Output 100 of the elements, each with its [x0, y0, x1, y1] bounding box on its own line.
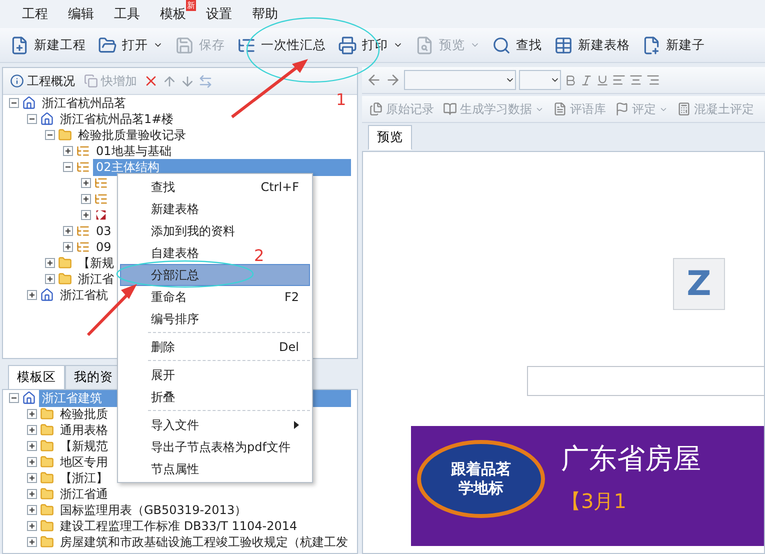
tree-item[interactable]: 浙江省杭州品茗 — [39, 95, 129, 112]
italic-icon[interactable] — [580, 74, 593, 86]
align-center-icon[interactable] — [629, 73, 643, 87]
folder-icon — [98, 36, 117, 54]
document-search-icon — [415, 36, 434, 54]
menu-item[interactable]: 自建表格 — [120, 242, 210, 264]
align-right-icon[interactable] — [646, 73, 660, 87]
menu-item[interactable]: 查找 Ctrl+F — [120, 176, 310, 198]
menu-item[interactable]: 工具 — [106, 3, 148, 25]
folder-icon — [40, 407, 54, 421]
list-folder-icon — [94, 192, 108, 206]
expander-toggle[interactable] — [27, 489, 37, 499]
menu-item[interactable]: 折叠 — [120, 386, 186, 408]
expander-toggle[interactable] — [81, 210, 91, 220]
toolbar-button[interactable]: 查找 — [486, 32, 548, 58]
expander-toggle[interactable] — [63, 242, 73, 252]
ad-banner[interactable]: 跟着品茗 学地标 广东省房屋 【3月1 — [411, 426, 764, 546]
expander-toggle[interactable] — [27, 409, 37, 419]
logo-tile: Z — [673, 258, 725, 310]
tree-item[interactable]: 建设工程监理工作标准 DB33/T 1104-2014 — [57, 518, 300, 534]
expander-toggle[interactable] — [45, 274, 55, 284]
toolbar-button[interactable]: 新建表格 — [548, 32, 636, 58]
folder-icon — [40, 519, 54, 533]
forward-icon[interactable] — [385, 72, 401, 88]
tree-item[interactable]: 浙江省通 — [57, 486, 111, 502]
expander-toggle[interactable] — [27, 521, 37, 531]
expander-toggle[interactable] — [27, 473, 37, 483]
search-icon — [492, 36, 511, 54]
menu-item[interactable]: 展开 — [120, 364, 186, 386]
expander-toggle[interactable] — [27, 290, 37, 300]
tree-item[interactable]: 检验批质量验收记录 — [75, 126, 189, 144]
toolbar-button[interactable]: 新建子 — [636, 32, 711, 58]
menu-item[interactable]: 导出子节点表格为pdf文件 — [120, 436, 302, 458]
table-icon — [94, 208, 108, 222]
expander-toggle[interactable] — [63, 162, 73, 172]
menu-item[interactable]: 分部汇总 — [120, 264, 310, 286]
menu-item[interactable]: 导入文件 — [120, 414, 310, 436]
expander-toggle[interactable] — [81, 178, 91, 188]
expander-toggle[interactable] — [27, 425, 37, 435]
tree-item[interactable]: 检验批质 — [57, 406, 111, 422]
folder-icon — [58, 128, 72, 142]
menu-item[interactable]: 工程 — [14, 3, 56, 25]
menu-item[interactable]: 删除 Del — [120, 336, 310, 358]
align-left-icon[interactable] — [612, 73, 626, 87]
tree-item[interactable]: 【新规 — [75, 254, 117, 272]
expander-toggle[interactable] — [45, 130, 55, 140]
tree-item[interactable]: 通用表格 — [57, 422, 111, 438]
house-icon — [40, 112, 54, 126]
tree-item[interactable]: 房屋建筑和市政基础设施工程竣工验收规定（杭建工发 — [57, 534, 351, 550]
shortcut-text: Ctrl+F — [260, 180, 299, 194]
menu-item[interactable]: 新建表格 — [120, 198, 210, 220]
search-field[interactable] — [527, 366, 764, 396]
menu-item[interactable]: 设置 — [198, 3, 240, 25]
folder-icon — [40, 487, 54, 501]
folder-icon — [40, 471, 54, 485]
expander-toggle[interactable] — [9, 98, 19, 108]
documents-icon — [369, 102, 383, 116]
tree-item[interactable]: 【新规范 — [57, 438, 111, 454]
tree-item[interactable]: 09 — [93, 240, 114, 254]
expander-toggle[interactable] — [27, 505, 37, 515]
folder-icon — [58, 272, 72, 286]
expander-toggle[interactable] — [27, 457, 37, 467]
menu-item[interactable]: 节点属性 — [120, 458, 210, 480]
tree-item[interactable]: 浙江省杭 — [57, 286, 111, 303]
bold-icon[interactable] — [564, 74, 577, 86]
menu-item[interactable]: 编辑 — [60, 3, 102, 25]
menu-item[interactable]: 添加到我的资料 — [120, 220, 246, 242]
toolbar-button[interactable]: 一次性汇总 — [231, 32, 332, 58]
expander-toggle[interactable] — [27, 441, 37, 451]
panel-tab[interactable]: 模板区 — [8, 365, 65, 390]
tree-item[interactable]: 03 — [93, 224, 114, 238]
tree-item[interactable]: 01地基与基础 — [93, 142, 174, 160]
expander-toggle[interactable] — [81, 194, 91, 204]
tree-item[interactable]: 国标监理用表（GB50319-2013） — [57, 502, 250, 518]
folder-icon — [40, 439, 54, 453]
expander-toggle[interactable] — [45, 258, 55, 268]
menu-item[interactable]: 重命名 F2 — [120, 286, 310, 308]
toolbar-button[interactable]: 新建工程 — [4, 32, 92, 58]
expander-toggle[interactable] — [63, 146, 73, 156]
tree-item[interactable]: 浙江省杭州品茗1#楼 — [57, 110, 177, 128]
arrow-annotation — [86, 284, 137, 336]
underline-icon[interactable] — [596, 74, 609, 86]
document-tab[interactable]: 预览 — [368, 125, 412, 150]
back-icon[interactable] — [366, 72, 382, 88]
toolbar-button[interactable]: 打开 — [92, 32, 169, 58]
menu-item[interactable]: 编号排序 — [120, 308, 210, 330]
tree-item[interactable]: 浙江省 — [75, 270, 117, 288]
tree-item[interactable]: 地区专用 — [57, 454, 111, 470]
folder-icon — [40, 503, 54, 517]
menu-item[interactable]: 帮助 — [244, 3, 286, 25]
expander-toggle[interactable] — [27, 537, 37, 547]
expander-toggle[interactable] — [27, 114, 37, 124]
toolbar-button[interactable]: 工程概况 — [7, 72, 78, 90]
tree-item[interactable]: 【浙江】 — [57, 470, 111, 486]
list-folder-icon — [76, 240, 90, 254]
expander-toggle[interactable] — [63, 226, 73, 236]
annotation-number: 1 — [336, 90, 346, 109]
shortcut-text: Del — [279, 340, 299, 354]
banner-title: 广东省房屋 — [561, 441, 701, 477]
expander-toggle[interactable] — [9, 393, 19, 403]
